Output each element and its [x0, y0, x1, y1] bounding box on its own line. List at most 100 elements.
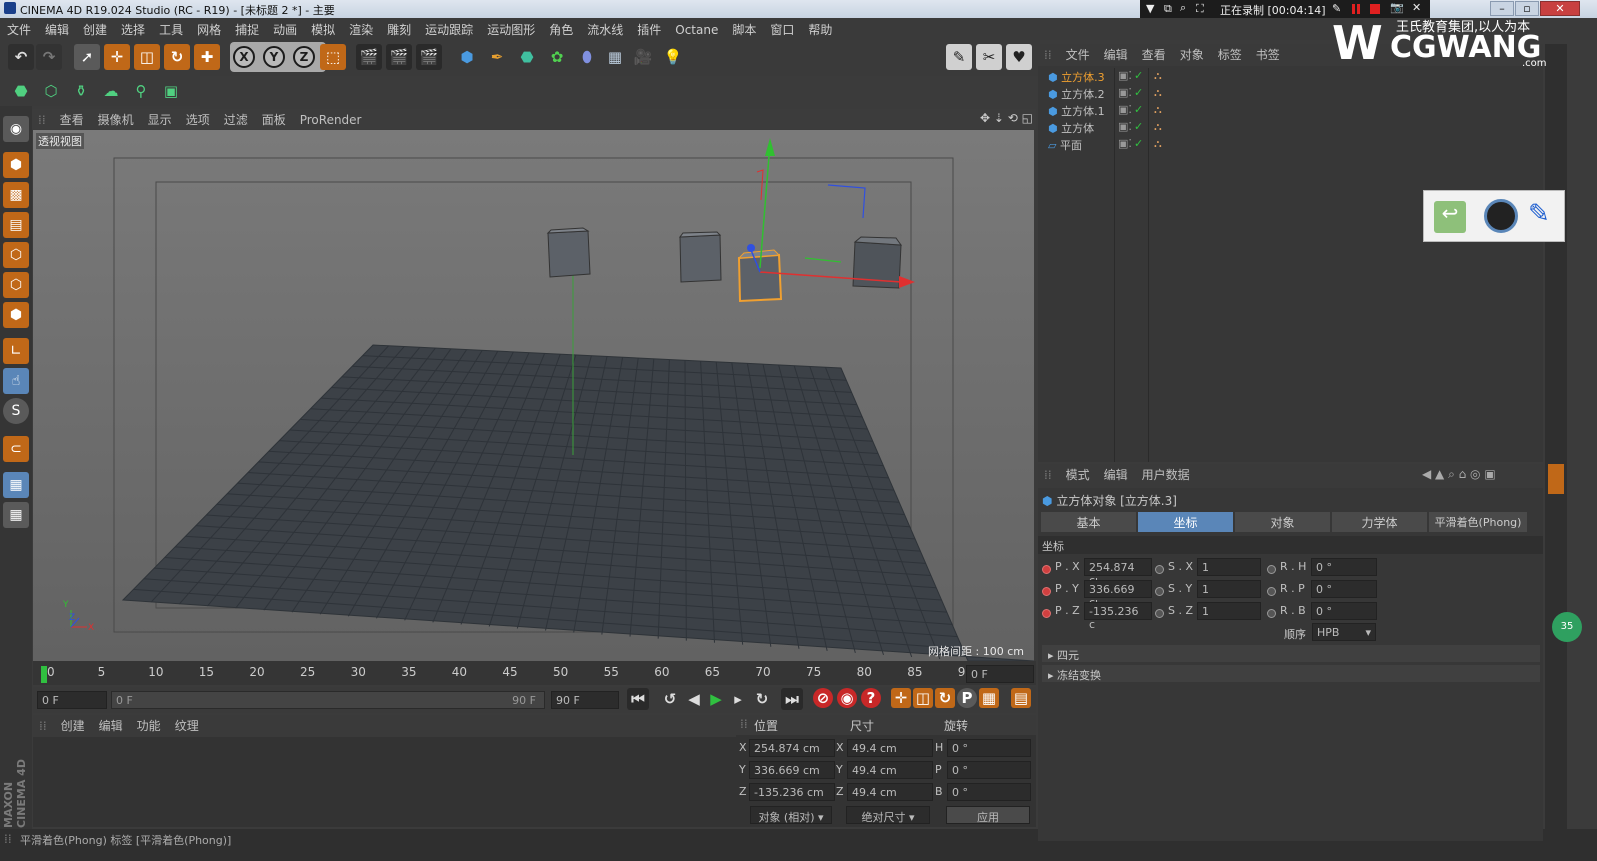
- animate-radio[interactable]: [1042, 606, 1051, 620]
- coord-mode-dropdown[interactable]: 对象 (相对) ▾: [750, 806, 832, 824]
- menu-snap[interactable]: 捕捉: [228, 18, 266, 38]
- search-icon[interactable]: ⌕: [1180, 1, 1186, 15]
- size-mode-dropdown[interactable]: 绝对尺寸 ▾: [846, 806, 930, 824]
- badge[interactable]: 35: [1552, 612, 1582, 642]
- coord-position-field[interactable]: 254.874 cm: [749, 739, 835, 757]
- enabled-check-icon[interactable]: ✓: [1134, 103, 1143, 116]
- move-tool-icon[interactable]: ✛: [104, 44, 130, 70]
- coord-size-field[interactable]: 49.4 cm: [847, 761, 933, 779]
- window-icon[interactable]: ⧉: [1164, 2, 1172, 16]
- fullscreen-icon[interactable]: ⛶: [1196, 2, 1204, 16]
- polygons-mode-icon[interactable]: ⬢: [3, 302, 29, 328]
- menu-sculpt[interactable]: 雕刻: [380, 18, 418, 38]
- enabled-check-icon[interactable]: ✓: [1134, 120, 1143, 133]
- menu-script[interactable]: 脚本: [725, 18, 763, 38]
- timeline-icon[interactable]: ▤: [1011, 688, 1031, 708]
- coord-rotation-field[interactable]: 0 °: [947, 739, 1031, 757]
- tab-basic[interactable]: 基本: [1041, 512, 1136, 532]
- octane-settings-icon[interactable]: ⬡: [38, 78, 64, 104]
- object-row[interactable]: ⬢ 立方体 ▣⁚ ✓ ⛬: [1048, 120, 1538, 137]
- floor-icon[interactable]: ▦: [602, 44, 628, 70]
- next-key-icon[interactable]: ↻: [751, 688, 773, 710]
- pencil-icon[interactable]: ✎: [1528, 199, 1560, 233]
- coord-position-field[interactable]: -135.236 cm: [749, 783, 835, 801]
- p-field[interactable]: 254.874 cı: [1084, 558, 1152, 587]
- key-position-icon[interactable]: ✛: [891, 688, 911, 708]
- r-field[interactable]: 0 °: [1311, 558, 1377, 576]
- animate-radio[interactable]: [1267, 584, 1276, 598]
- p-field[interactable]: -135.236 c: [1084, 602, 1152, 631]
- z-axis-lock-icon[interactable]: Z: [293, 46, 315, 68]
- end-frame-field[interactable]: 90 F: [551, 691, 619, 709]
- select-tool-icon[interactable]: ➚: [74, 44, 100, 70]
- object-row[interactable]: ⬢ 立方体.1 ▣⁚ ✓ ⛬: [1048, 103, 1538, 120]
- enabled-check-icon[interactable]: ✓: [1134, 137, 1143, 150]
- key-rotation-icon[interactable]: ↻: [935, 688, 955, 708]
- camera-object-icon[interactable]: 🎥: [630, 44, 656, 70]
- vp-menu-display[interactable]: 显示: [142, 109, 180, 128]
- mat-menu-function[interactable]: 功能: [131, 715, 169, 734]
- auto-key-icon[interactable]: ◉: [837, 688, 857, 708]
- go-to-start-icon[interactable]: ⏮: [627, 688, 649, 710]
- menu-create[interactable]: 创建: [76, 18, 114, 38]
- go-to-end-icon[interactable]: ⏭: [781, 688, 803, 710]
- am-menu-edit[interactable]: 编辑: [1098, 464, 1136, 483]
- phong-tag-icon[interactable]: ⛬: [1154, 86, 1162, 100]
- p-field[interactable]: 336.669 cı: [1084, 580, 1152, 609]
- minimize-button[interactable]: –: [1490, 1, 1514, 16]
- animate-radio[interactable]: [1267, 606, 1276, 620]
- texture-mode-icon[interactable]: ▩: [3, 182, 29, 208]
- tab-phong[interactable]: 平滑着色(Phong): [1429, 512, 1527, 532]
- s-field[interactable]: 1: [1197, 558, 1261, 576]
- light-icon[interactable]: 💡: [660, 44, 686, 70]
- deformer-icon[interactable]: ⬮: [574, 44, 600, 70]
- model-mode-icon[interactable]: ⬢: [3, 152, 29, 178]
- phong-tag-icon[interactable]: ⛬: [1154, 103, 1162, 117]
- quaternion-section[interactable]: ▸ 四元: [1042, 645, 1540, 662]
- tab-object[interactable]: 对象: [1235, 512, 1330, 532]
- menu-plugins[interactable]: 插件: [630, 18, 668, 38]
- pen-spline-icon[interactable]: ✒: [484, 44, 510, 70]
- object-row[interactable]: ▱ 平面 ▣⁚ ✓ ⛬: [1048, 137, 1538, 154]
- camera-icon[interactable]: 📷: [1390, 1, 1404, 14]
- last-tool-icon[interactable]: ✚: [194, 44, 220, 70]
- render-view-icon[interactable]: 🎬: [356, 44, 382, 70]
- start-frame-field[interactable]: 0 F: [37, 691, 107, 709]
- animate-radio[interactable]: [1155, 584, 1164, 598]
- coord-rotation-field[interactable]: 0 °: [947, 783, 1031, 801]
- vp-menu-filter[interactable]: 过滤: [218, 109, 256, 128]
- mat-menu-create[interactable]: 创建: [55, 715, 93, 734]
- animate-radio[interactable]: [1042, 562, 1051, 576]
- key-scale-icon[interactable]: ◫: [913, 688, 933, 708]
- enabled-check-icon[interactable]: ✓: [1134, 86, 1143, 99]
- lock-workplane-icon[interactable]: ▦: [3, 502, 29, 528]
- coordinate-system-icon[interactable]: ⬚: [320, 44, 346, 70]
- vp-menu-panel[interactable]: 面板: [256, 109, 294, 128]
- om-menu-object[interactable]: 对象: [1174, 44, 1212, 63]
- phong-tag-icon[interactable]: ⛬: [1154, 69, 1162, 83]
- magnet-icon[interactable]: ⊂: [3, 436, 29, 462]
- animate-radio[interactable]: [1042, 584, 1051, 598]
- tab-dynamics[interactable]: 力学体: [1332, 512, 1427, 532]
- scale-tool-icon[interactable]: ◫: [134, 44, 160, 70]
- visibility-icon[interactable]: ▣⁚: [1118, 86, 1132, 99]
- lens-icon[interactable]: [1484, 199, 1518, 233]
- chevron-down-icon[interactable]: ▼: [1146, 2, 1154, 15]
- menu-edit[interactable]: 编辑: [38, 18, 76, 38]
- stop-icon[interactable]: [1370, 4, 1380, 14]
- visibility-icon[interactable]: ▣⁚: [1118, 69, 1132, 82]
- octane-tag-icon[interactable]: ▣: [158, 78, 184, 104]
- y-axis-lock-icon[interactable]: Y: [263, 46, 285, 68]
- visibility-icon[interactable]: ▣⁚: [1118, 137, 1132, 150]
- menu-animate[interactable]: 动画: [266, 18, 304, 38]
- menu-tools[interactable]: 工具: [152, 18, 190, 38]
- undo-icon[interactable]: ↶: [8, 44, 34, 70]
- s-field[interactable]: 1: [1197, 602, 1261, 620]
- mat-menu-edit[interactable]: 编辑: [93, 715, 131, 734]
- vp-menu-options[interactable]: 选项: [180, 109, 218, 128]
- object-row[interactable]: ⬢ 立方体.2 ▣⁚ ✓ ⛬: [1048, 86, 1538, 103]
- close-button[interactable]: ✕: [1540, 1, 1580, 16]
- make-editable-icon[interactable]: ◉: [3, 116, 29, 142]
- knife-icon[interactable]: ✂: [976, 44, 1002, 70]
- attributes-side-tab[interactable]: [1548, 464, 1564, 494]
